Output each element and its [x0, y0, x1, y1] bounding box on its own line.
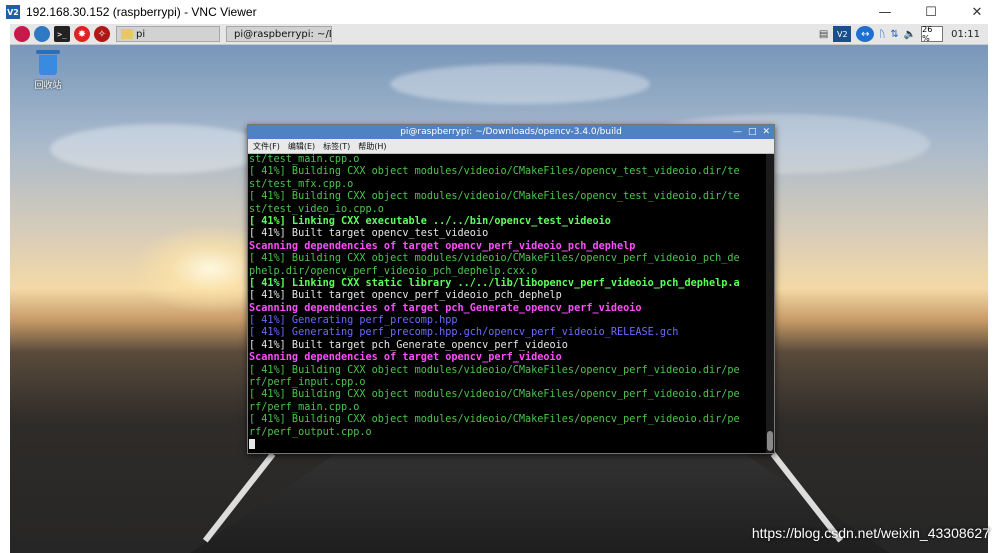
terminal-title: pi@raspberrypi: ~/Downloads/opencv-3.4.0… [400, 127, 622, 137]
terminal-line: st/test_main.cpp.o [249, 154, 360, 165]
system-tray: ▤ V2 ↔ ᚢ ⇅ 🔈 26 % 01:11 [814, 25, 984, 43]
mathematica-icon[interactable]: ✧ [94, 26, 110, 42]
minimize-icon: — [878, 4, 892, 20]
terminal-line: [ 41%] Built target opencv_test_videoio [249, 228, 489, 240]
terminal-titlebar[interactable]: pi@raspberrypi: ~/Downloads/opencv-3.4.0… [248, 125, 774, 139]
trash-lid [36, 50, 60, 54]
terminal-line: [ 41%] Linking CXX static library ../../… [249, 277, 740, 289]
trash-label: 回收站 [34, 81, 62, 91]
web-browser-icon[interactable] [34, 26, 50, 42]
taskbar-item-file-manager[interactable]: pi [116, 26, 220, 42]
bluetooth-icon[interactable]: ᚢ [879, 29, 885, 40]
text-cursor [249, 438, 255, 449]
terminal-scrollbar[interactable] [766, 154, 774, 453]
cpu-monitor: 26 % [921, 25, 944, 43]
terminal-line: [ 41%] Building CXX object modules/video… [249, 166, 740, 178]
minimize-button[interactable]: — [862, 0, 908, 24]
menu-file[interactable]: 文件(F) [253, 141, 280, 152]
terminal-prompt-line[interactable] [249, 438, 767, 451]
terminal-output[interactable]: st/test_main.cpp.o[ 41%] Building CXX ob… [248, 154, 767, 453]
wolfram-icon[interactable]: ✸ [74, 26, 90, 42]
terminal-line: [ 41%] Building CXX object modules/video… [249, 364, 740, 376]
task-label: pi@raspberrypi: ~/Do... [234, 28, 331, 40]
menu-help[interactable]: 帮助(H) [358, 141, 386, 152]
watermark: https://blog.csdn.net/weixin_43308627 [751, 525, 990, 541]
volume-icon[interactable]: 🔈 [904, 29, 916, 40]
terminal-icon[interactable]: >_ [54, 26, 70, 42]
terminal-line: [ 41%] Generating perf_precomp.hpp [249, 315, 458, 327]
terminal-line: st/test_video_io.cpp.o [249, 203, 384, 215]
cloud [390, 64, 650, 104]
menu-edit[interactable]: 编辑(E) [288, 141, 315, 152]
taskbar-item-terminal[interactable]: pi@raspberrypi: ~/Do... [226, 26, 332, 42]
terminal-line: [ 41%] Linking CXX executable ../../bin/… [249, 215, 611, 227]
terminal-line: phelp.dir/opencv_perf_videoio_pch_dephel… [249, 265, 538, 277]
terminal-line: rf/perf_input.cpp.o [249, 377, 366, 389]
terminal-line: [ 41%] Building CXX object modules/video… [249, 253, 740, 265]
window-controls: — ☐ ✕ [862, 0, 1000, 24]
lock-icon[interactable]: ▤ [819, 29, 828, 40]
terminal-line: [ 41%] Generating perf_precomp.hpp.gch/o… [249, 327, 679, 339]
teamviewer-icon[interactable]: ↔ [856, 26, 875, 42]
scrollbar-thumb[interactable] [767, 431, 773, 451]
clock[interactable]: 01:11 [951, 29, 980, 40]
network-icon[interactable]: ⇅ [890, 29, 898, 40]
close-icon[interactable]: ✕ [762, 127, 770, 137]
terminal-line: [ 41%] Building CXX object modules/video… [249, 389, 740, 401]
close-button[interactable]: ✕ [954, 0, 1000, 24]
terminal-line: rf/perf_output.cpp.o [249, 426, 372, 438]
terminal-line: st/test_mfx.cpp.o [249, 178, 354, 190]
window-title: 192.168.30.152 (raspberrypi) - VNC Viewe… [26, 5, 257, 19]
terminal-menubar: 文件(F) 编辑(E) 标签(T) 帮助(H) [248, 139, 774, 154]
raspberry-menu-icon[interactable] [14, 26, 30, 42]
terminal-line: [ 41%] Building CXX object modules/video… [249, 414, 740, 426]
terminal-line: rf/perf_main.cpp.o [249, 401, 360, 413]
minimize-icon[interactable]: — [733, 127, 742, 137]
close-icon: ✕ [971, 4, 983, 20]
terminal-line: Scanning dependencies of target pch_Gene… [249, 302, 642, 314]
folder-icon [121, 29, 133, 39]
vnc-titlebar[interactable]: V2 192.168.30.152 (raspberrypi) - VNC Vi… [0, 0, 1000, 24]
terminal-line: Scanning dependencies of target opencv_p… [249, 240, 636, 252]
trash-icon[interactable] [36, 50, 60, 76]
pi-taskbar: >_ ✸ ✧ pi pi@raspberrypi: ~/Do... ▤ V2 ↔… [10, 24, 988, 45]
terminal-line: [ 41%] Building CXX object modules/video… [249, 191, 740, 203]
maximize-button[interactable]: ☐ [908, 0, 954, 24]
cpu-usage: 26 % [921, 25, 944, 43]
terminal-line: [ 41%] Built target pch_Generate_opencv_… [249, 339, 568, 351]
maximize-icon[interactable]: □ [748, 127, 757, 137]
cloud [50, 124, 270, 174]
menu-tabs[interactable]: 标签(T) [323, 141, 350, 152]
terminal-line: [ 41%] Built target opencv_perf_videoio_… [249, 290, 562, 302]
terminal-line: Scanning dependencies of target opencv_p… [249, 352, 562, 364]
trash-body [39, 55, 57, 75]
vnc-server-icon[interactable]: V2 [833, 26, 852, 42]
vnc-logo-icon: V2 [6, 5, 20, 19]
task-label: pi [136, 28, 146, 40]
terminal-window[interactable]: pi@raspberrypi: ~/Downloads/opencv-3.4.0… [247, 124, 775, 454]
terminal-controls: — □ ✕ [727, 125, 770, 139]
maximize-icon: ☐ [925, 4, 937, 20]
